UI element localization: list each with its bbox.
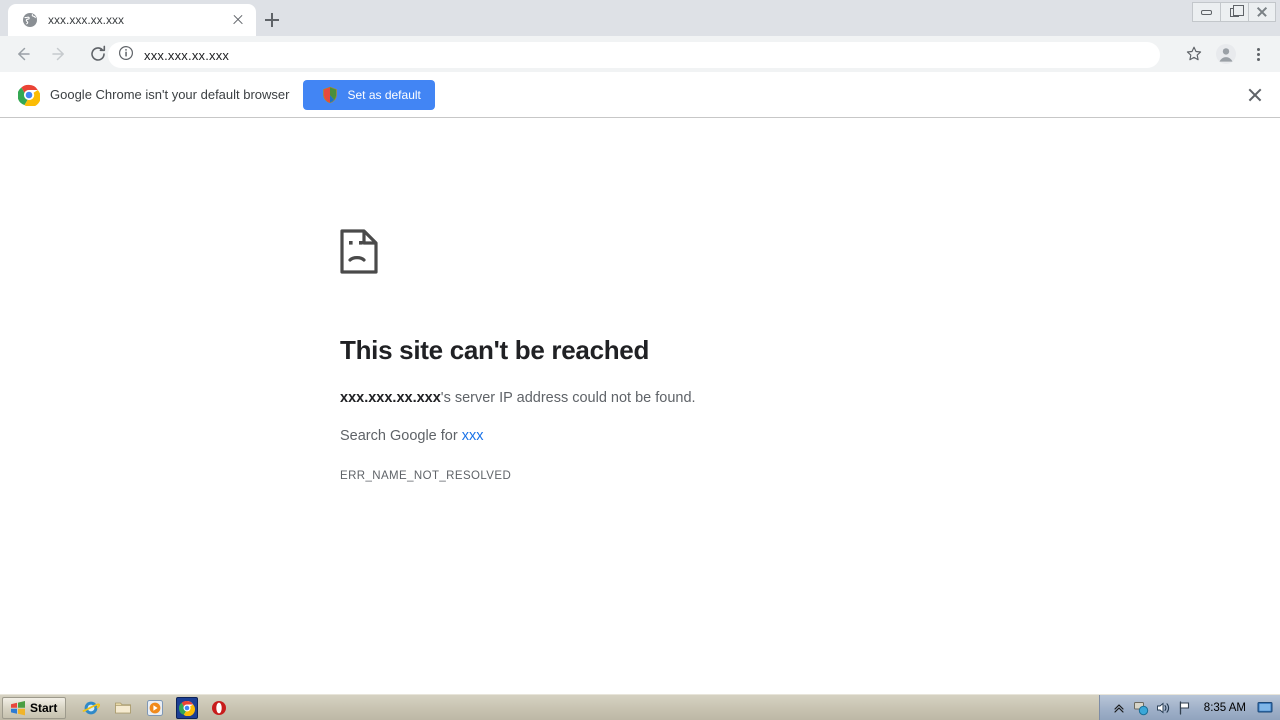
windows-flag-icon	[10, 700, 26, 716]
quick-launch-bar	[80, 696, 230, 719]
info-circle-icon[interactable]	[118, 45, 134, 66]
tab-close-icon[interactable]	[230, 12, 246, 28]
error-description: xxx.xxx.xx.xxx's server IP address could…	[340, 390, 960, 406]
arrow-left-icon	[18, 47, 30, 61]
browser-toolbar: xxx.xxx.xx.xxx	[0, 36, 1280, 72]
infobar-message: Google Chrome isn't your default browser	[50, 87, 290, 102]
flag-icon[interactable]	[1176, 699, 1194, 717]
internet-explorer-icon[interactable]	[80, 697, 102, 719]
opera-icon[interactable]	[208, 697, 230, 719]
window-controls	[1192, 2, 1276, 22]
error-content: This site can't be reached xxx.xxx.xx.xx…	[340, 229, 960, 482]
default-browser-infobar: Google Chrome isn't your default browser…	[0, 72, 1280, 118]
search-google-link[interactable]: xxx	[462, 428, 484, 444]
media-player-icon[interactable]	[144, 697, 166, 719]
minimize-icon	[1201, 9, 1212, 15]
windows-shield-icon	[321, 86, 339, 104]
arrow-right-icon	[52, 47, 64, 61]
infobar-close-button[interactable]	[1244, 84, 1266, 106]
bookmark-star-button[interactable]	[1178, 38, 1210, 70]
toolbar-actions	[1178, 38, 1274, 70]
set-as-default-button[interactable]: Set as default	[303, 79, 435, 110]
globe-icon	[22, 12, 38, 28]
tab-title: xxx.xxx.xx.xxx	[48, 13, 125, 27]
window-close-button[interactable]	[1248, 2, 1276, 22]
new-tab-button[interactable]	[258, 6, 286, 34]
folder-icon[interactable]	[112, 697, 134, 719]
chrome-menu-button[interactable]	[1242, 38, 1274, 70]
reload-icon	[91, 45, 106, 61]
set-as-default-label: Set as default	[347, 87, 421, 102]
error-description-suffix: 's server IP address could not be found.	[440, 390, 696, 406]
search-google-prefix: Search Google for	[340, 428, 462, 444]
forward-button[interactable]	[44, 38, 76, 70]
error-code: ERR_NAME_NOT_RESOLVED	[340, 470, 512, 482]
show-desktop-icon[interactable]	[1256, 699, 1274, 717]
clock[interactable]: 8:35 AM	[1204, 702, 1246, 714]
browser-tab[interactable]: xxx.xxx.xx.xxx	[8, 4, 256, 36]
chrome-logo-icon	[18, 84, 40, 106]
error-page: This site can't be reached xxx.xxx.xx.xx…	[0, 119, 1280, 694]
network-icon[interactable]	[1132, 699, 1150, 717]
browser-window: xxx.xxx.xx.xxx xxx.xxx.xx.xxx Google Chr…	[0, 0, 1280, 720]
sad-page-icon	[340, 229, 960, 279]
profile-avatar-button[interactable]	[1210, 38, 1242, 70]
start-label: Start	[30, 700, 58, 715]
show-hidden-icons-chevron[interactable]	[1110, 699, 1128, 717]
error-title: This site can't be reached	[340, 335, 650, 365]
system-tray: 8:35 AM	[1098, 695, 1280, 720]
three-dot-icon	[1256, 46, 1260, 63]
close-icon	[1256, 6, 1268, 18]
volume-icon[interactable]	[1154, 699, 1172, 717]
avatar-icon	[1216, 44, 1236, 64]
star-icon	[1186, 46, 1202, 61]
restore-icon	[1230, 4, 1244, 17]
window-restore-button[interactable]	[1220, 2, 1248, 22]
windows-taskbar: Start 8:35 AM	[0, 694, 1280, 720]
back-button[interactable]	[6, 38, 38, 70]
error-host: xxx.xxx.xx.xxx	[340, 390, 441, 406]
window-minimize-button[interactable]	[1192, 2, 1220, 22]
chrome-window-icon[interactable]	[176, 696, 199, 719]
search-google-line: Search Google for xxx	[340, 428, 960, 444]
address-bar[interactable]: xxx.xxx.xx.xxx	[108, 42, 1160, 68]
start-button[interactable]: Start	[2, 696, 67, 719]
address-bar-text: xxx.xxx.xx.xxx	[144, 47, 230, 63]
tab-strip: xxx.xxx.xx.xxx	[0, 0, 1280, 36]
